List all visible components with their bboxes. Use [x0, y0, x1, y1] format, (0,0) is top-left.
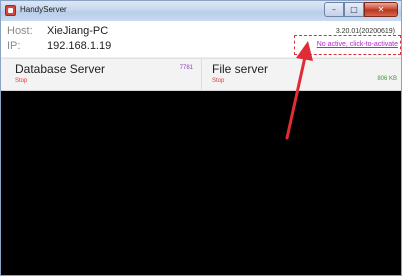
host-value: XieJiang-PC	[47, 25, 109, 37]
file-server-status: Stop	[212, 78, 225, 84]
database-server-status: Stop	[15, 78, 28, 84]
database-server-title: Database Server	[15, 62, 106, 76]
ip-value: 192.168.1.19	[47, 40, 112, 52]
app-icon	[5, 5, 16, 16]
maximize-button[interactable]: □	[344, 2, 364, 17]
file-server-size: 806 KB	[377, 76, 397, 82]
ip-label: IP:	[7, 40, 21, 52]
server-panels: Database Server Stop 7781 File server St…	[1, 58, 401, 91]
log-console[interactable]	[1, 91, 401, 275]
host-label: Host:	[7, 25, 33, 37]
minimize-button[interactable]: –	[324, 2, 344, 17]
version-text: 3.20.01(20200619)	[335, 28, 395, 35]
minimize-icon: –	[332, 5, 336, 14]
close-button[interactable]: ✕	[364, 2, 398, 17]
caption-buttons: – □ ✕	[324, 2, 398, 18]
window-title: HandyServer	[20, 5, 67, 14]
activate-link[interactable]: No active, click-to-activate	[317, 41, 398, 48]
activation-highlight-box: No active, click-to-activate	[294, 35, 401, 55]
handyserver-window: HandyServer – □ ✕ Host: XieJiang-PC IP: …	[0, 0, 402, 276]
file-server-title: File server	[212, 62, 269, 76]
database-server-value: 7781	[179, 65, 193, 71]
close-icon: ✕	[377, 5, 385, 14]
host-info-panel: Host: XieJiang-PC IP: 192.168.1.19 3.20.…	[1, 21, 401, 57]
file-server-panel[interactable]: File server Stop 806 KB	[202, 59, 401, 90]
title-bar[interactable]: HandyServer – □ ✕	[1, 1, 401, 21]
maximize-icon: □	[350, 5, 358, 14]
database-server-panel[interactable]: Database Server Stop 7781	[1, 59, 202, 90]
